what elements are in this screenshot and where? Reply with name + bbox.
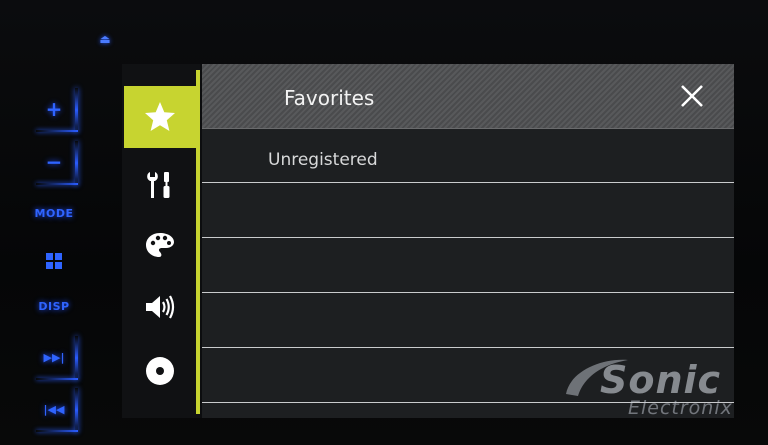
next-track-button[interactable]: ▶▶| bbox=[30, 336, 78, 380]
sidebar-item-source[interactable] bbox=[124, 340, 196, 402]
close-button[interactable] bbox=[678, 82, 706, 110]
panel-header: Favorites bbox=[202, 64, 734, 129]
list-item-label: Unregistered bbox=[268, 150, 378, 170]
previous-track-button[interactable]: |◀◀ bbox=[30, 388, 78, 432]
grid-icon bbox=[46, 253, 62, 269]
close-icon bbox=[681, 85, 703, 107]
disp-button[interactable]: DISP bbox=[30, 291, 78, 321]
list-item[interactable]: Unregistered bbox=[202, 128, 734, 183]
eject-button[interactable]: ⏏ bbox=[98, 32, 112, 46]
list-item[interactable] bbox=[202, 238, 734, 293]
disc-icon bbox=[146, 357, 174, 385]
volume-up-button[interactable]: + bbox=[30, 88, 78, 132]
tools-icon bbox=[147, 172, 170, 198]
speaker-icon bbox=[146, 295, 175, 319]
page-title: Favorites bbox=[284, 86, 375, 110]
sidebar-item-settings[interactable] bbox=[124, 154, 196, 216]
volume-down-button[interactable]: − bbox=[30, 141, 78, 185]
sidebar-item-theme[interactable] bbox=[124, 214, 196, 276]
watermark-brand: Sonic bbox=[600, 358, 722, 402]
category-sidebar bbox=[122, 64, 200, 418]
list-item[interactable] bbox=[202, 183, 734, 238]
star-icon bbox=[145, 102, 175, 131]
sidebar-item-audio[interactable] bbox=[124, 276, 196, 338]
list-item[interactable] bbox=[202, 293, 734, 348]
mode-button[interactable]: MODE bbox=[30, 198, 78, 228]
palette-icon bbox=[146, 233, 174, 257]
apps-button[interactable] bbox=[30, 246, 78, 276]
sidebar-item-favorites[interactable] bbox=[124, 86, 196, 148]
hardware-button-panel: + − MODE DISP ▶▶| |◀◀ bbox=[22, 70, 84, 440]
watermark-sub: Electronix bbox=[628, 397, 733, 419]
watermark-logo: Sonic Electronix bbox=[560, 352, 760, 422]
